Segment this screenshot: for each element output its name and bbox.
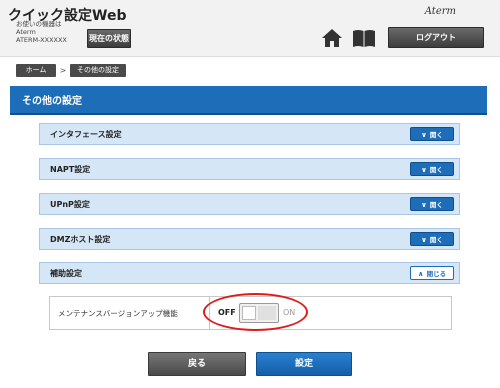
expand-button-label: 開く: [429, 236, 443, 244]
chevron-up-icon: ∧: [417, 270, 424, 278]
section-label: DMZホスト設定: [50, 235, 111, 244]
brand-logo: Aterm: [424, 6, 456, 17]
chevron-down-icon: ∨: [421, 201, 427, 209]
breadcrumb-separator: >: [59, 66, 67, 75]
breadcrumb-current: その他の設定: [70, 64, 126, 77]
expand-button[interactable]: ∨ 開く: [410, 232, 454, 246]
collapse-button-label: 閉じる: [426, 270, 447, 278]
section-napt[interactable]: NAPT設定 ∨ 開く: [39, 158, 460, 180]
setting-label: メンテナンスバージョンアップ機能: [58, 309, 178, 318]
back-button[interactable]: 戻る: [148, 352, 246, 376]
setting-label-cell: メンテナンスバージョンアップ機能: [50, 297, 210, 329]
logout-button[interactable]: ログアウト: [388, 27, 484, 48]
section-interface[interactable]: インタフェース設定 ∨ 開く: [39, 123, 460, 145]
page-title-bar: その他の設定: [10, 86, 487, 115]
highlight-circle: [203, 293, 308, 331]
breadcrumb-home[interactable]: ホーム: [16, 64, 56, 77]
section-label: UPnP設定: [50, 200, 90, 209]
expand-button[interactable]: ∨ 開く: [410, 127, 454, 141]
device-id: ATERM-XXXXXX: [16, 36, 67, 44]
expand-button-label: 開く: [429, 201, 443, 209]
manual-book-icon[interactable]: [352, 28, 376, 48]
expand-button-label: 開く: [429, 166, 443, 174]
chevron-down-icon: ∨: [421, 166, 427, 174]
expand-button-label: 開く: [429, 131, 443, 139]
device-label: お使いの機器は: [16, 20, 62, 28]
header: クイック設定Web お使いの機器は Aterm ATERM-XXXXXX 現在の…: [0, 0, 500, 57]
device-model: Aterm: [16, 28, 36, 36]
section-label: インタフェース設定: [50, 130, 122, 139]
chevron-down-icon: ∨: [421, 236, 427, 244]
collapse-button[interactable]: ∧ 閉じる: [410, 266, 454, 280]
section-auxiliary[interactable]: 補助設定 ∧ 閉じる: [39, 262, 460, 284]
page: クイック設定Web お使いの機器は Aterm ATERM-XXXXXX 現在の…: [0, 0, 500, 388]
section-label: 補助設定: [50, 269, 82, 278]
page-title: その他の設定: [22, 96, 82, 107]
current-status-button[interactable]: 現在の状態: [87, 29, 131, 48]
expand-button[interactable]: ∨ 開く: [410, 162, 454, 176]
section-upnp[interactable]: UPnP設定 ∨ 開く: [39, 193, 460, 215]
submit-button[interactable]: 設定: [256, 352, 352, 376]
chevron-down-icon: ∨: [421, 131, 427, 139]
home-icon[interactable]: [321, 28, 343, 48]
section-label: NAPT設定: [50, 165, 91, 174]
expand-button[interactable]: ∨ 開く: [410, 197, 454, 211]
section-dmz-host[interactable]: DMZホスト設定 ∨ 開く: [39, 228, 460, 250]
